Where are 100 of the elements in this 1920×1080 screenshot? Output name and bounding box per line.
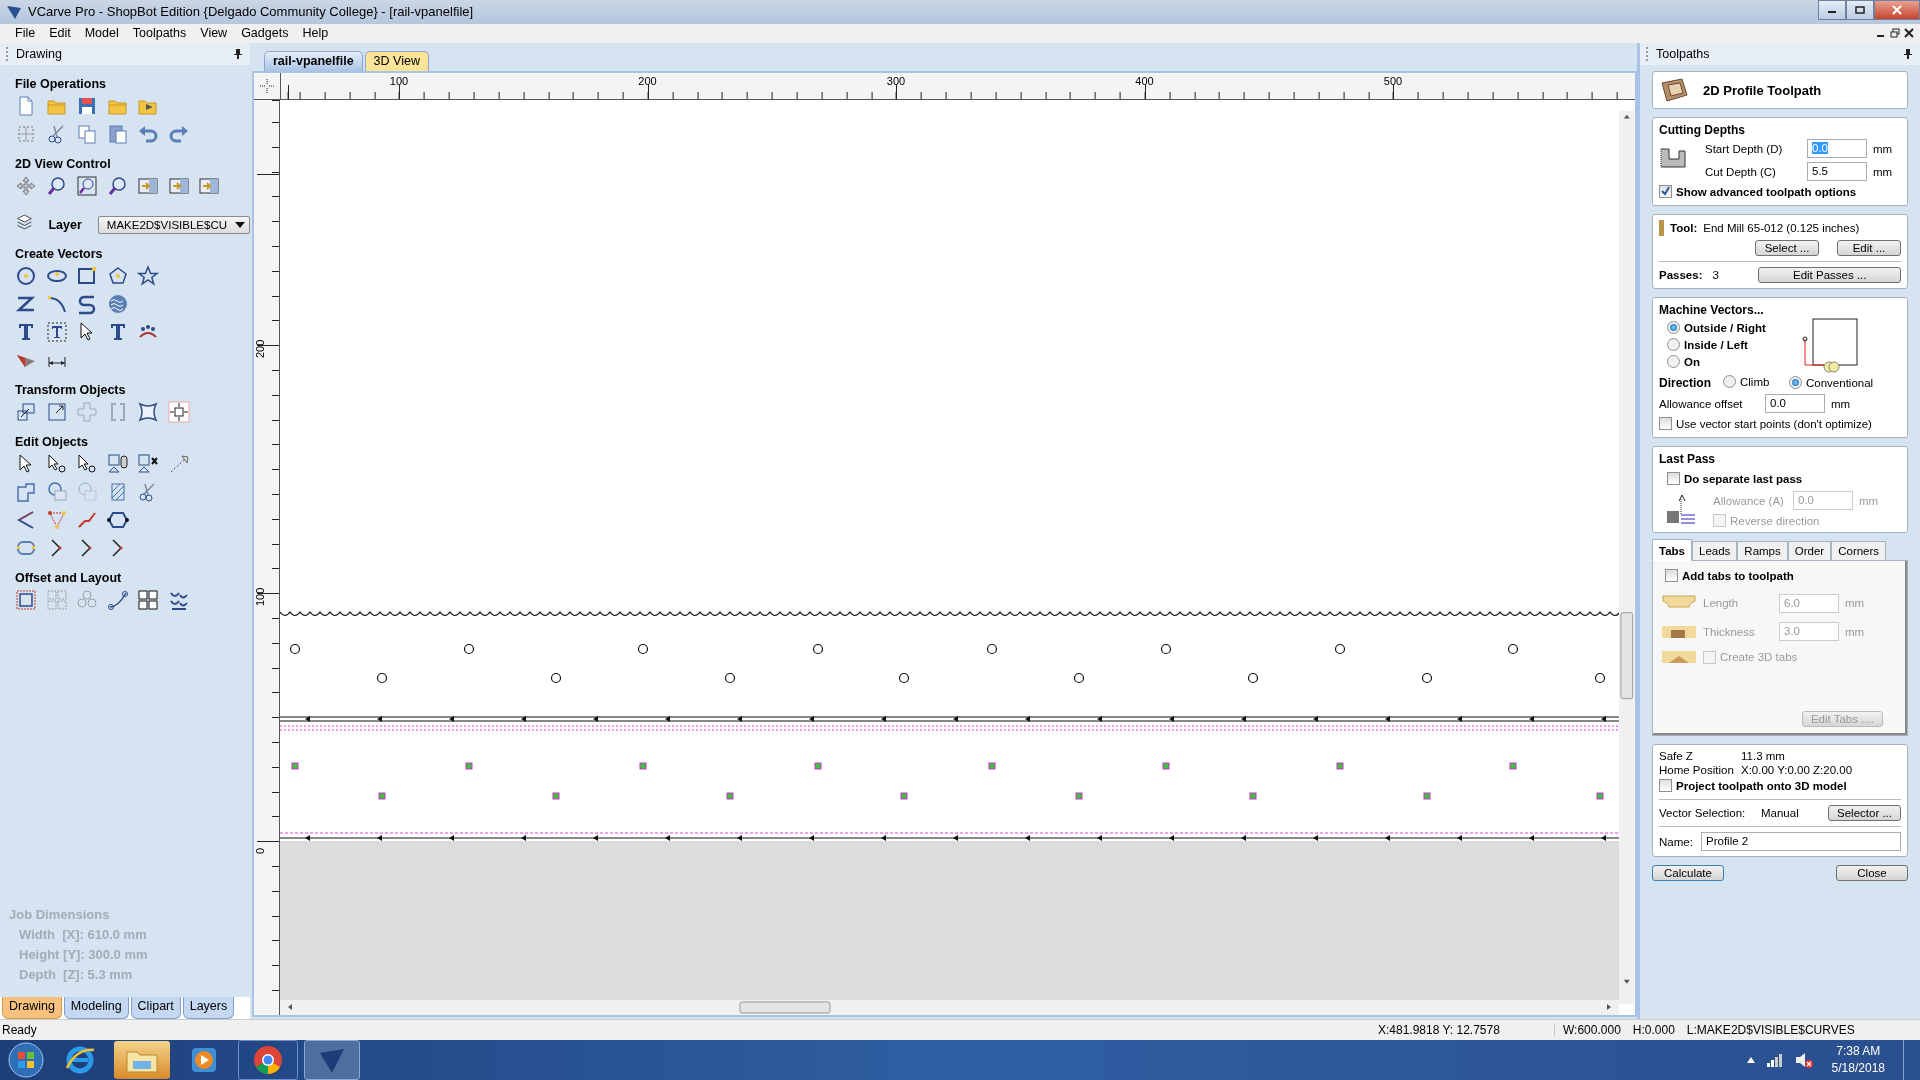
restore-icon[interactable] bbox=[1890, 28, 1900, 39]
panel-tab[interactable]: Drawing bbox=[2, 997, 62, 1020]
option-tab[interactable]: Leads bbox=[1692, 541, 1738, 562]
copy-icon[interactable] bbox=[76, 123, 98, 146]
clock-time[interactable]: 7:38 AM bbox=[1831, 1043, 1885, 1060]
separate-last-pass-checkbox[interactable] bbox=[1667, 472, 1680, 486]
radio-label[interactable]: On bbox=[1684, 355, 1700, 368]
checkbox-label[interactable]: Project toolpath onto 3D model bbox=[1676, 779, 1847, 792]
panel-tab[interactable]: Layers bbox=[182, 997, 235, 1020]
ungroup-icon[interactable] bbox=[137, 453, 159, 476]
group-icon[interactable] bbox=[106, 453, 129, 476]
maximize-button[interactable] bbox=[1846, 0, 1874, 20]
speaker-muted-icon[interactable] bbox=[1793, 1051, 1814, 1069]
text-frame-icon[interactable] bbox=[45, 321, 68, 344]
scale-icon[interactable] bbox=[15, 401, 37, 424]
radio-label[interactable]: Climb bbox=[1740, 375, 1770, 388]
dialog-button[interactable]: Close bbox=[1836, 865, 1908, 882]
minimize-button[interactable] bbox=[1818, 0, 1846, 20]
tool-button[interactable]: Edit ... bbox=[1837, 240, 1901, 257]
radio-label[interactable]: Conventional bbox=[1806, 376, 1874, 389]
path-icon[interactable] bbox=[106, 589, 129, 612]
option-tab[interactable]: Corners bbox=[1831, 541, 1887, 562]
horizontal-scrollbar[interactable] bbox=[280, 1000, 1620, 1016]
center-icon[interactable] bbox=[167, 401, 190, 424]
menu-item[interactable]: File bbox=[8, 26, 43, 41]
checkbox-label[interactable]: Add tabs to toolpath bbox=[1682, 569, 1794, 582]
job-dimensions-title: Job Dimensions bbox=[9, 906, 111, 925]
pin-icon[interactable] bbox=[1904, 49, 1912, 60]
panel-tab[interactable]: Clipart bbox=[130, 997, 181, 1020]
close-icon[interactable] bbox=[1904, 28, 1914, 39]
dialog-button[interactable]: Calculate bbox=[1652, 865, 1724, 882]
side-radio[interactable] bbox=[1667, 338, 1680, 352]
caret-icon[interactable] bbox=[235, 222, 245, 229]
add-tabs-checkbox[interactable] bbox=[1665, 569, 1678, 583]
tool-button[interactable]: Select ... bbox=[1755, 240, 1819, 257]
signal-icon[interactable] bbox=[1765, 1053, 1784, 1067]
undo-icon[interactable] bbox=[137, 123, 159, 146]
panel-tab[interactable]: Modeling bbox=[63, 997, 129, 1020]
weld-icon[interactable] bbox=[15, 481, 37, 504]
layer-dropdown[interactable]: MAKE2D$VISIBLE$CU bbox=[97, 216, 250, 235]
document-tab[interactable]: rail-vpanelfile bbox=[264, 51, 363, 72]
direction-radio[interactable] bbox=[1723, 375, 1736, 389]
section-title: Offset and Layout bbox=[15, 571, 123, 586]
clock-date[interactable]: 5/18/2018 bbox=[1831, 1060, 1885, 1077]
radio-label[interactable]: Inside / Left bbox=[1684, 338, 1748, 351]
paste-icon[interactable] bbox=[106, 123, 129, 146]
checkbox-label[interactable]: Show advanced toolpath options bbox=[1676, 185, 1857, 198]
project-toolpath-checkbox[interactable] bbox=[1659, 779, 1672, 793]
tray-up-arrow-icon[interactable] bbox=[1745, 1056, 1756, 1064]
browser-e-icon[interactable] bbox=[64, 1044, 96, 1076]
menu-item[interactable]: Help bbox=[295, 26, 336, 41]
menu-item[interactable]: Edit bbox=[42, 26, 78, 41]
allowance-field[interactable]: 0.0 bbox=[1765, 394, 1825, 414]
circle-icon[interactable] bbox=[15, 265, 37, 288]
resize-icon[interactable] bbox=[45, 401, 68, 424]
move-arrows-icon[interactable] bbox=[15, 175, 37, 198]
vector-start-checkbox[interactable] bbox=[1659, 417, 1672, 431]
browser-icon[interactable] bbox=[252, 1044, 284, 1076]
star-icon[interactable] bbox=[137, 265, 159, 288]
direction-radio[interactable] bbox=[1789, 376, 1802, 390]
s-curve-icon[interactable] bbox=[76, 293, 98, 316]
offset-icon[interactable] bbox=[15, 589, 37, 612]
zoom-icon[interactable] bbox=[106, 175, 129, 198]
document-tab[interactable]: 3D View bbox=[364, 51, 429, 72]
pin-icon[interactable] bbox=[234, 49, 242, 60]
3d-tab-icon bbox=[1661, 649, 1697, 666]
advanced-options-checkbox[interactable] bbox=[1659, 185, 1672, 199]
wave-icon[interactable] bbox=[106, 293, 129, 316]
maximize-icon[interactable] bbox=[1855, 6, 1865, 14]
menu-item[interactable]: Toolpaths bbox=[125, 26, 194, 41]
browser-button[interactable] bbox=[238, 1040, 298, 1080]
zoom-icon[interactable] bbox=[45, 175, 68, 198]
radio-label[interactable]: Outside / Right bbox=[1684, 321, 1766, 334]
redo-icon[interactable] bbox=[167, 123, 190, 146]
side-radio[interactable] bbox=[1667, 321, 1680, 335]
selector-button[interactable]: Selector ... bbox=[1828, 805, 1901, 822]
menu-item[interactable]: View bbox=[193, 26, 235, 41]
distort-icon[interactable] bbox=[137, 401, 159, 424]
merge-icon[interactable] bbox=[45, 481, 68, 504]
grid-icon[interactable] bbox=[137, 589, 159, 612]
menu-item[interactable]: Gadgets bbox=[234, 26, 296, 41]
zoom-box-icon[interactable] bbox=[76, 175, 98, 198]
close-button[interactable] bbox=[1874, 0, 1920, 20]
node-icon[interactable] bbox=[45, 509, 68, 532]
checkbox-label[interactable]: Use vector start points (don't optimize) bbox=[1676, 417, 1872, 430]
name-field[interactable]: Profile 2 bbox=[1701, 832, 1901, 852]
checkbox-label[interactable]: Do separate last pass bbox=[1684, 472, 1803, 485]
side-radio[interactable] bbox=[1667, 355, 1680, 369]
option-tab[interactable]: Ramps bbox=[1737, 541, 1788, 562]
edit-passes-button[interactable]: Edit Passes ... bbox=[1758, 267, 1901, 284]
app-button[interactable] bbox=[304, 1040, 360, 1080]
node-pointer-icon[interactable] bbox=[45, 453, 68, 476]
node-pointer-icon[interactable] bbox=[76, 453, 98, 476]
cut-depth-field[interactable]: 5.5 bbox=[1807, 162, 1867, 182]
option-tab[interactable]: Order bbox=[1787, 541, 1832, 562]
media-player-icon[interactable] bbox=[189, 1045, 219, 1075]
option-tab[interactable]: Tabs bbox=[1652, 539, 1692, 562]
start-button[interactable] bbox=[6, 1041, 46, 1079]
menu-item[interactable]: Model bbox=[77, 26, 126, 41]
ruler-origin-icon[interactable] bbox=[260, 79, 274, 94]
